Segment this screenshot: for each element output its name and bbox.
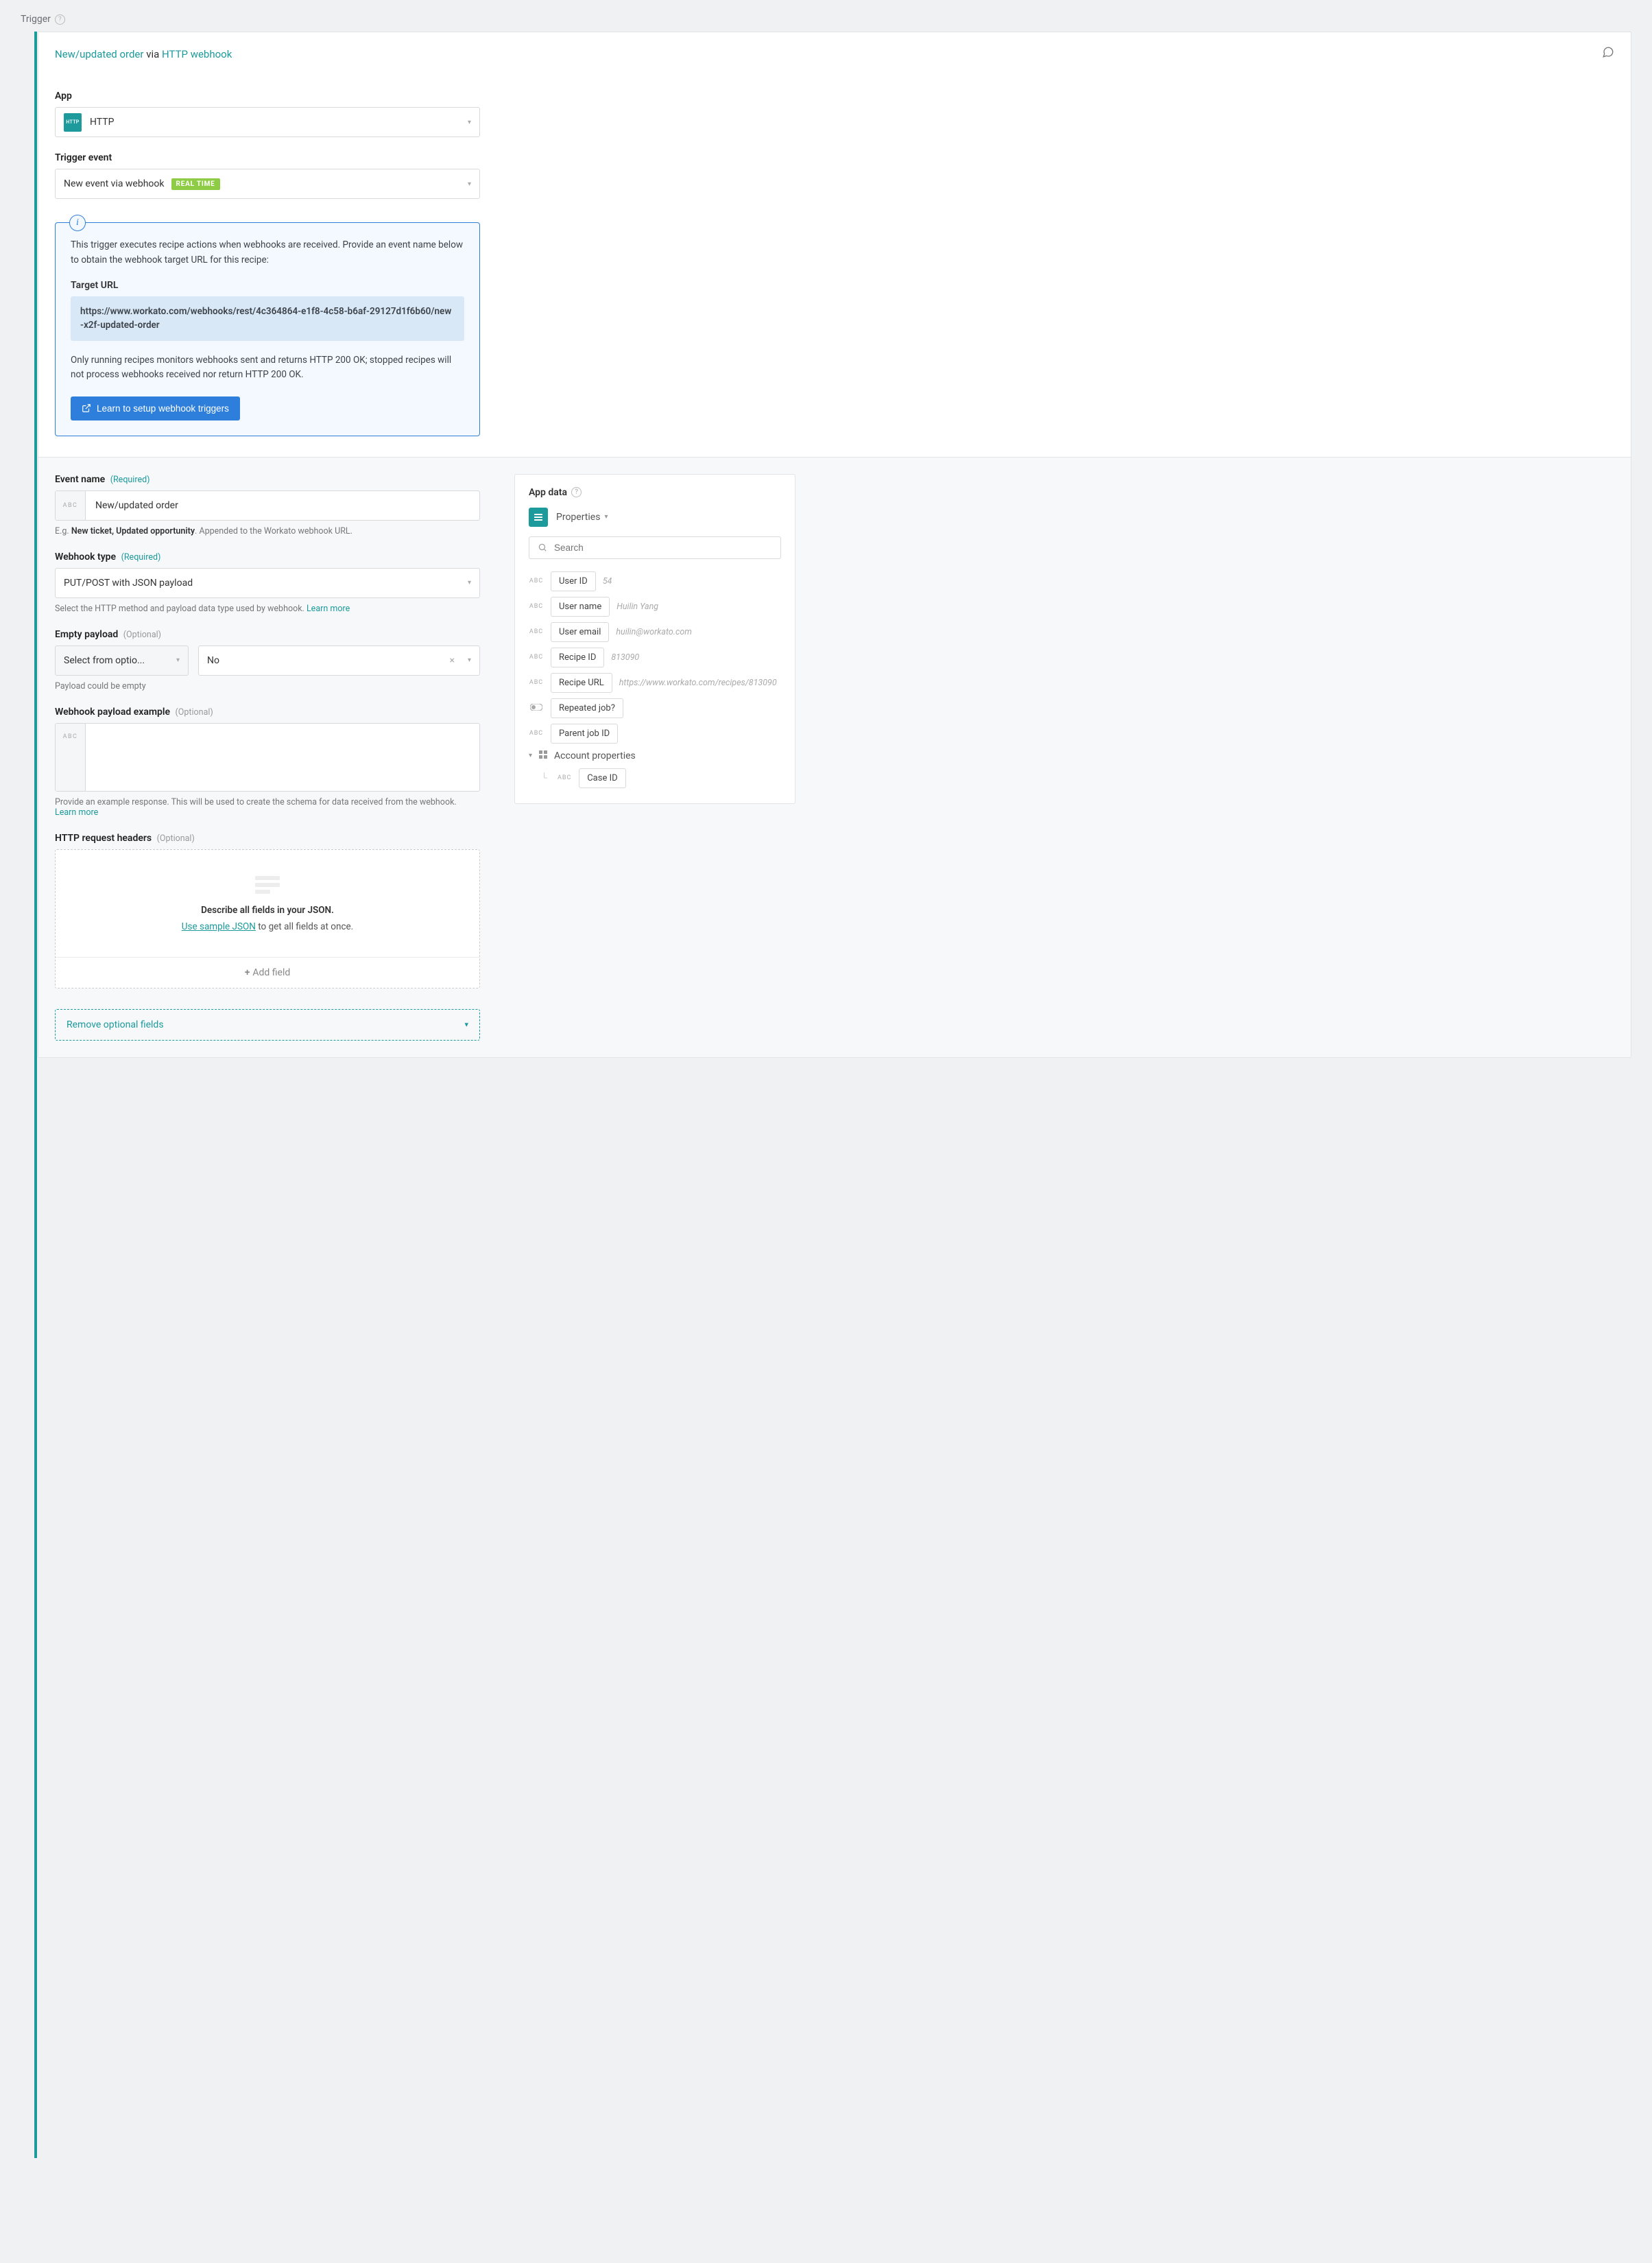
webhook-type-help: Select the HTTP method and payload data … <box>55 604 480 614</box>
realtime-badge: REAL TIME <box>171 178 220 190</box>
search-icon <box>538 543 547 552</box>
learn-more-link[interactable]: Learn more <box>307 604 350 614</box>
empty-payload-label: Empty payload <box>55 629 118 640</box>
empty-payload-help: Payload could be empty <box>55 681 480 691</box>
http-headers-box: Describe all fields in your JSON. Use sa… <box>55 849 480 988</box>
empty-payload-options-select[interactable]: Select from optio... ▾ <box>55 645 189 676</box>
payload-example-label: Webhook payload example <box>55 707 170 718</box>
learn-setup-button[interactable]: Learn to setup webhook triggers <box>71 396 240 420</box>
app-label: App <box>55 91 480 102</box>
trigger-event-select[interactable]: New event via webhook REAL TIME ▾ <box>55 169 480 199</box>
learn-more-link[interactable]: Learn more <box>55 807 98 818</box>
empty-payload-value-select[interactable]: No × ▾ <box>198 645 480 676</box>
datapill-row: ABC Recipe URL https://www.workato.com/rec… <box>529 670 781 696</box>
chevron-down-icon: ▾ <box>468 180 471 188</box>
chevron-down-icon: ▾ <box>464 1020 468 1029</box>
type-tag: ABC <box>529 730 544 737</box>
remove-optional-fields[interactable]: Remove optional fields ▾ <box>55 1009 480 1041</box>
chevron-down-icon: ▾ <box>529 752 532 759</box>
datapill-sample: 813090 <box>611 652 781 663</box>
payload-example-textarea[interactable]: ABC <box>55 723 480 792</box>
app-select[interactable]: HTTP HTTP ▾ <box>55 107 480 137</box>
chevron-down-icon: ▾ <box>468 579 471 587</box>
type-tag <box>529 704 544 713</box>
type-tag: ABC <box>529 628 544 635</box>
properties-icon <box>529 508 548 527</box>
properties-dropdown[interactable]: Properties ▾ <box>556 512 608 523</box>
datapill[interactable]: Parent job ID <box>551 724 618 744</box>
type-tag: ABC <box>529 654 544 661</box>
datapill-sample: Huilin Yang <box>616 602 781 612</box>
datapill-row: ABC User ID 54 <box>529 569 781 594</box>
page-title: Trigger <box>21 14 51 25</box>
help-icon[interactable]: ? <box>571 487 582 497</box>
step-rail <box>21 32 38 2158</box>
datapill-row: ABC User name Huilin Yang <box>529 594 781 619</box>
trigger-event-label: Trigger event <box>55 152 480 163</box>
datapill-sample: https://www.workato.com/recipes/813090 <box>619 678 781 688</box>
datapill[interactable]: User email <box>551 622 609 642</box>
sample-json-link[interactable]: Use sample JSON <box>182 921 256 932</box>
datapill-row: Repeated job? <box>529 696 781 721</box>
describe-fields-text: Describe all fields in your JSON. <box>201 905 334 916</box>
app-data-panel: App data ? Properties ▾ <box>514 474 795 804</box>
datapill-row: ABC Recipe ID 813090 <box>529 645 781 670</box>
datapill[interactable]: Recipe URL <box>551 673 612 693</box>
abc-type-icon: ABC <box>56 491 86 520</box>
grid-icon <box>539 750 547 761</box>
type-tag: ABC <box>529 603 544 610</box>
info-note: Only running recipes monitors webhooks s… <box>71 353 464 383</box>
datapill[interactable]: User name <box>551 597 610 617</box>
app-data-title: App data <box>529 487 567 498</box>
account-properties-row[interactable]: ▾ Account properties <box>529 746 781 766</box>
info-icon: i <box>69 215 86 231</box>
help-icon[interactable]: ? <box>55 14 65 25</box>
target-url-box[interactable]: https://www.workato.com/webhooks/rest/4c… <box>71 296 464 341</box>
tree-branch-icon: └ <box>541 772 547 783</box>
info-panel: i This trigger executes recipe actions w… <box>55 222 480 436</box>
datapill[interactable]: Repeated job? <box>551 698 623 718</box>
chevron-down-icon: ▾ <box>468 119 471 126</box>
event-name-help: E.g. New ticket, Updated opportunity. Ap… <box>55 526 480 536</box>
form-icon <box>254 875 281 895</box>
trigger-title: New/updated order via HTTP webhook <box>55 48 232 60</box>
add-field-button[interactable]: +Add field <box>56 957 479 988</box>
datapill[interactable]: User ID <box>551 571 596 591</box>
clear-icon[interactable]: × <box>450 655 455 666</box>
datapill-sample: huilin@workato.com <box>616 627 781 637</box>
payload-example-help: Provide an example response. This will b… <box>55 797 480 818</box>
abc-type-icon: ABC <box>56 724 86 791</box>
datapill[interactable]: Recipe ID <box>551 648 604 667</box>
datapill-case-id[interactable]: Case ID <box>579 768 625 788</box>
chevron-down-icon: ▾ <box>604 513 608 521</box>
event-name-label: Event name <box>55 474 105 485</box>
account-props-child: └ ABC Case ID <box>541 768 781 788</box>
event-name-input[interactable]: ABC New/updated order <box>55 490 480 521</box>
search-input[interactable] <box>554 543 772 553</box>
datapill-row: ABC Parent job ID <box>529 721 781 746</box>
chevron-down-icon: ▾ <box>468 656 471 664</box>
trigger-card: New/updated order via HTTP webhook App H… <box>38 32 1631 1058</box>
chevron-down-icon: ▾ <box>176 656 180 664</box>
type-tag: ABC <box>557 774 572 781</box>
http-headers-label: HTTP request headers <box>55 833 152 844</box>
info-description: This trigger executes recipe actions whe… <box>71 238 464 268</box>
webhook-type-label: Webhook type <box>55 552 116 562</box>
http-icon: HTTP <box>64 113 82 132</box>
datapill-row: ABC User email huilin@workato.com <box>529 619 781 645</box>
type-tag: ABC <box>529 578 544 584</box>
webhook-type-select[interactable]: PUT/POST with JSON payload ▾ <box>55 568 480 598</box>
app-data-search[interactable] <box>529 536 781 559</box>
comment-icon[interactable] <box>1602 46 1614 62</box>
datapill-sample: 54 <box>603 576 781 587</box>
target-url-label: Target URL <box>71 280 464 291</box>
type-tag: ABC <box>529 679 544 686</box>
